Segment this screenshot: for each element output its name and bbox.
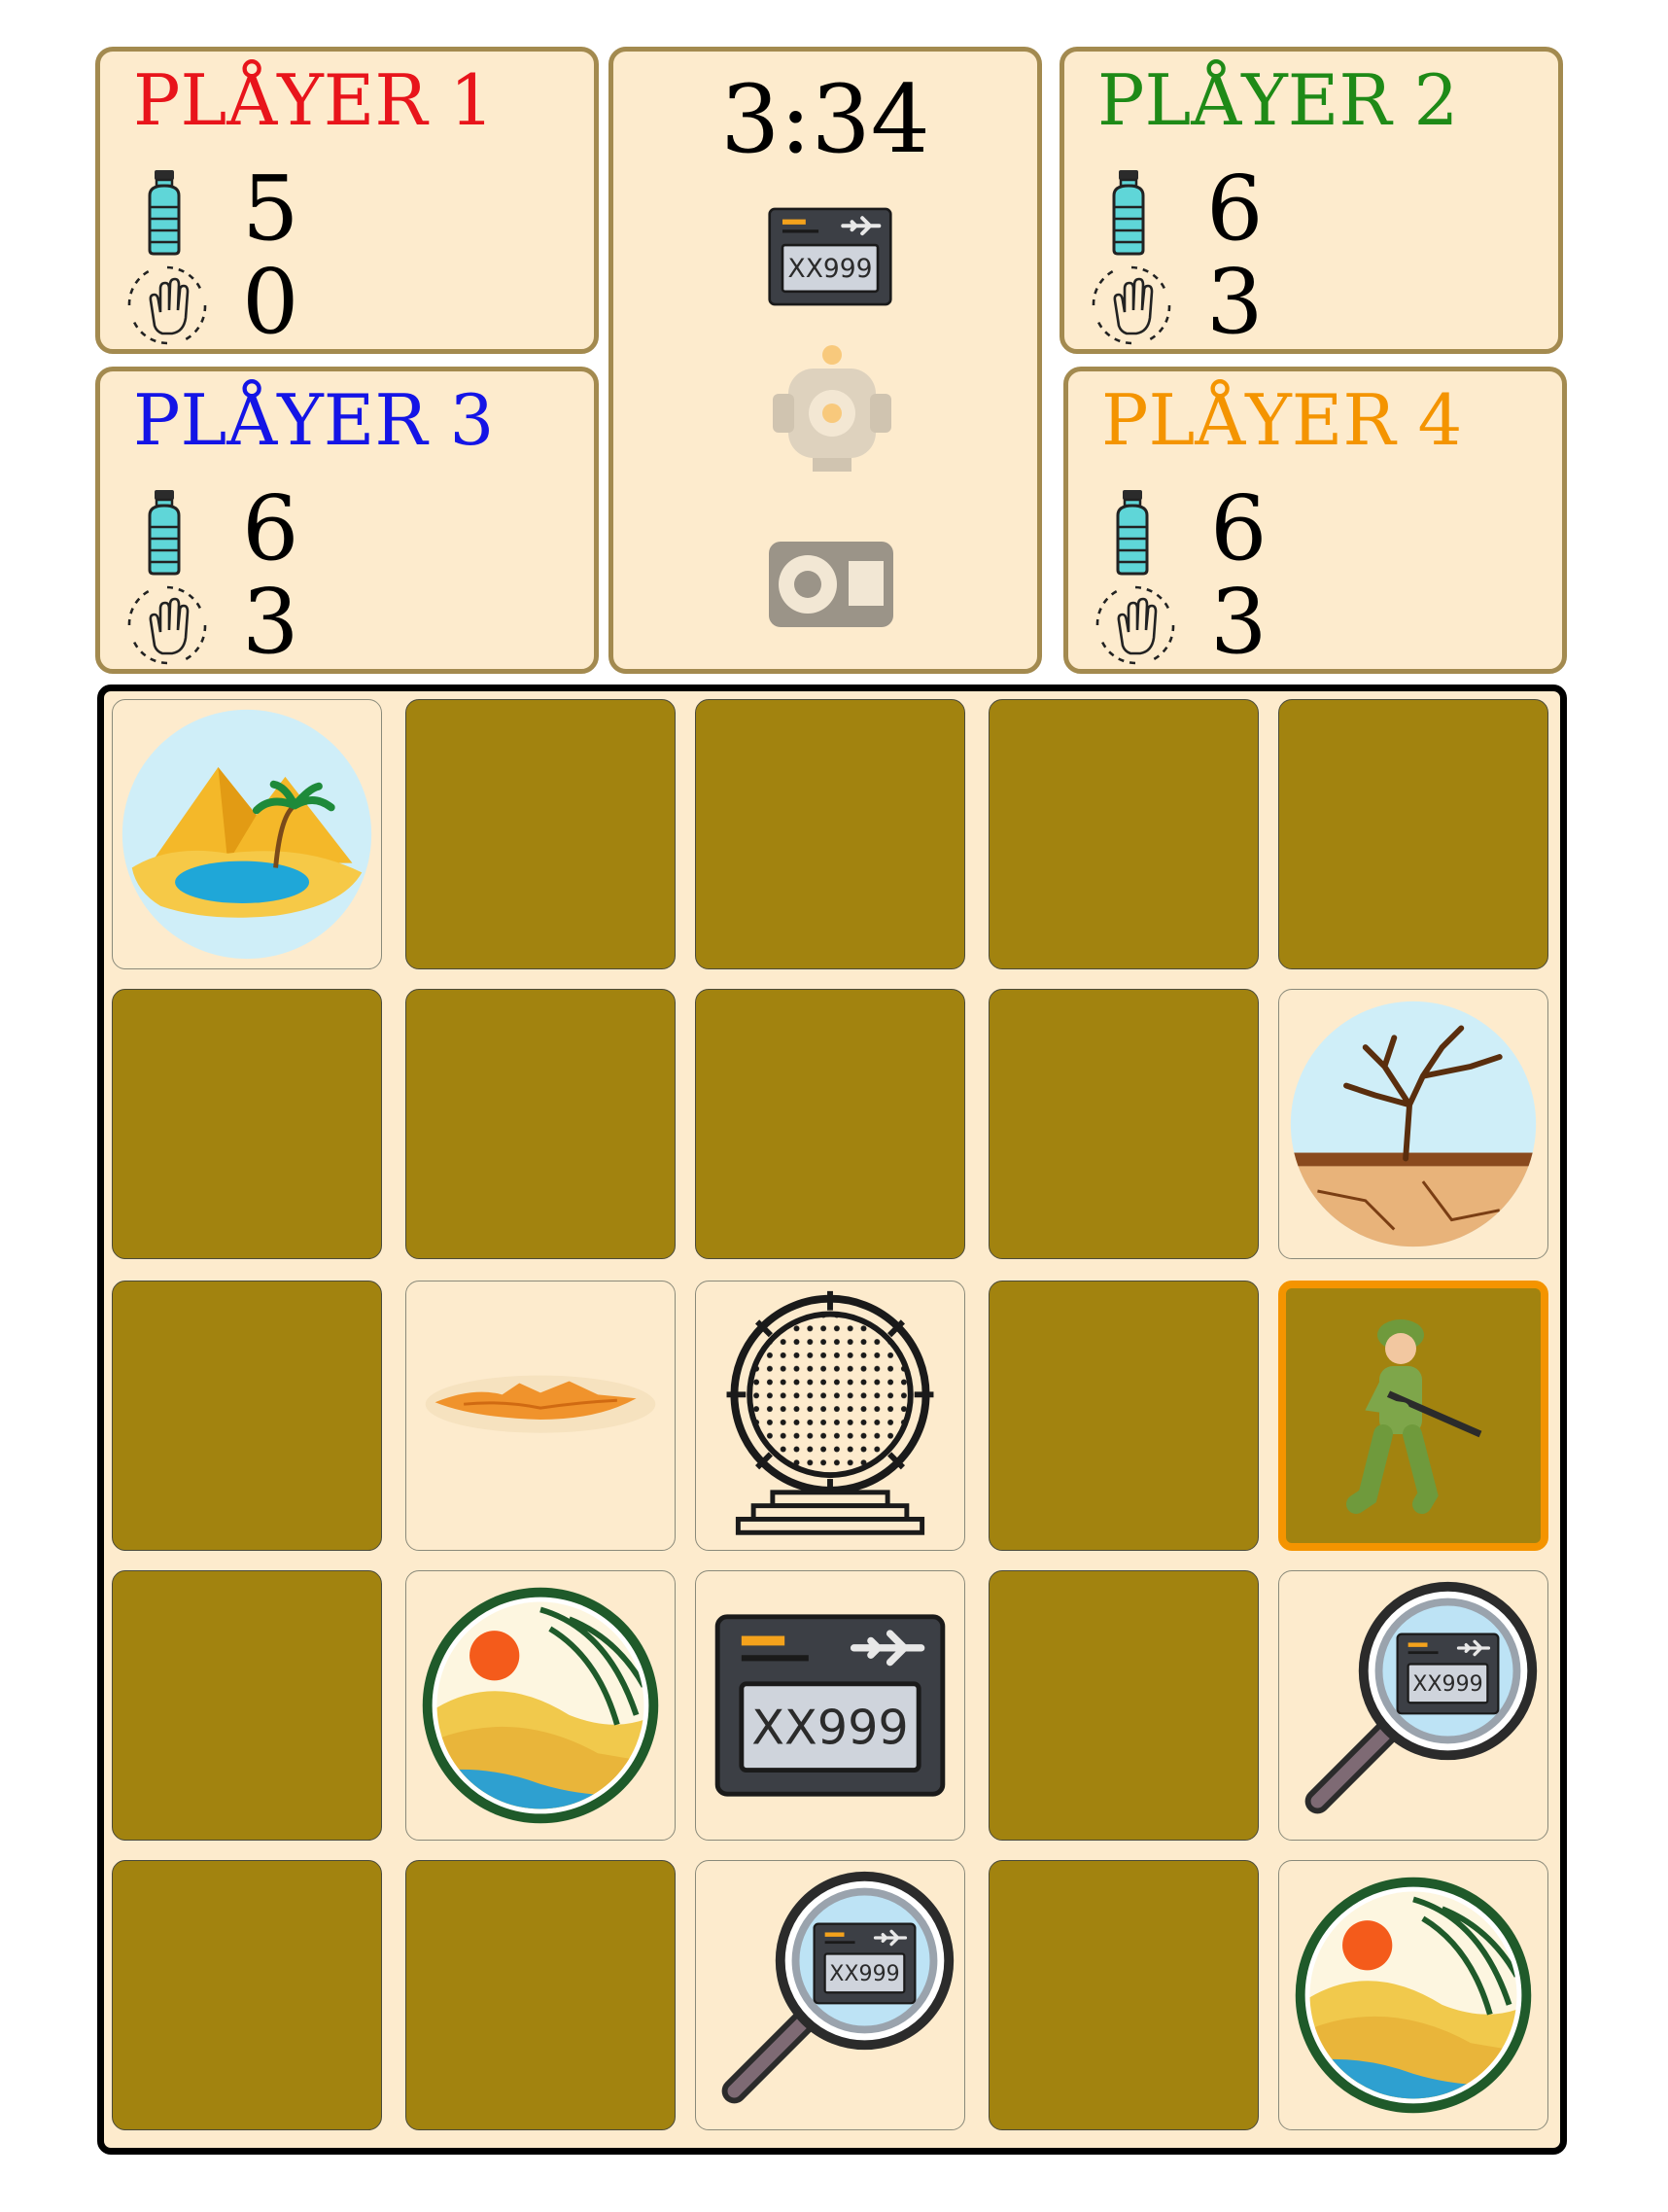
plane-ticket-icon: [696, 1571, 964, 1840]
player-3-panel: PLÅYER 3 6 3: [95, 367, 599, 674]
tile-stargate[interactable]: [695, 1281, 965, 1551]
dead-tree-icon: [1290, 1001, 1537, 1247]
player-3-water: 6: [135, 476, 427, 580]
player-1-panel: PLÅYER 1 5 0: [95, 47, 599, 354]
action-hand-icon: [1088, 262, 1175, 349]
player-2-water-count: 6: [1206, 157, 1264, 261]
player-4-water: 6: [1103, 476, 1395, 580]
tile-hidden[interactable]: [112, 1570, 382, 1841]
water-bottle-icon: [1103, 488, 1162, 576]
water-bottle-icon: [135, 488, 193, 576]
tile-tunnel[interactable]: [405, 1281, 676, 1551]
tile-mirage[interactable]: [1278, 1860, 1548, 2130]
sand-hole-icon: [425, 1375, 656, 1433]
stargate-icon: [726, 1290, 934, 1535]
tile-hidden[interactable]: [112, 989, 382, 1259]
tile-hidden[interactable]: [989, 1570, 1259, 1841]
tile-hidden[interactable]: [112, 1281, 382, 1551]
tile-player-position[interactable]: [1278, 1281, 1548, 1551]
tile-hidden[interactable]: [989, 1281, 1259, 1551]
center-status-panel: 3:34: [608, 47, 1042, 674]
action-hand-icon: [1092, 581, 1179, 669]
player-2-panel: PLÅYER 2 6 3: [1060, 47, 1563, 354]
mirage-landscape-icon: [1279, 1861, 1547, 2129]
player-1-water-count: 5: [242, 157, 299, 261]
tile-hidden[interactable]: [695, 989, 965, 1259]
player-2-water: 6: [1099, 157, 1391, 261]
game-board: [97, 685, 1567, 2155]
tile-oasis[interactable]: [112, 699, 382, 969]
player-4-panel: PLÅYER 4 6 3: [1063, 367, 1567, 674]
tile-hidden[interactable]: [695, 699, 965, 969]
tile-mirage[interactable]: [405, 1570, 676, 1841]
tile-plane-ticket[interactable]: [695, 1570, 965, 1841]
water-bottle-icon: [1099, 168, 1158, 256]
tile-hidden[interactable]: [112, 1860, 382, 2130]
player-4-actions-count: 3: [1210, 570, 1268, 674]
engine-part-icon: [773, 345, 891, 472]
game-timer: 3:34: [720, 65, 930, 174]
player-4-name: PLÅYER 4: [1101, 379, 1463, 461]
player-1-water: 5: [135, 157, 427, 261]
action-hand-icon: [123, 262, 211, 349]
player-2-actions-count: 3: [1206, 250, 1264, 354]
tile-clue[interactable]: [695, 1860, 965, 2130]
player-1-name: PLÅYER 1: [133, 59, 495, 141]
player-4-water-count: 6: [1210, 476, 1268, 580]
tile-hidden[interactable]: [989, 699, 1259, 969]
navigation-part-icon: [769, 542, 893, 627]
action-hand-icon: [123, 581, 211, 669]
tile-hidden[interactable]: [405, 699, 676, 969]
magnifier-clue-icon: [696, 1861, 964, 2129]
water-bottle-icon: [135, 168, 193, 256]
player-3-water-count: 6: [242, 476, 299, 580]
plane-ticket-part-icon: [765, 205, 895, 308]
tile-clue[interactable]: [1278, 1570, 1548, 1841]
player-3-actions: 3: [135, 570, 427, 674]
tile-hidden[interactable]: [989, 1860, 1259, 2130]
player-2-name: PLÅYER 2: [1097, 59, 1459, 141]
tile-hidden[interactable]: [405, 989, 676, 1259]
player-2-actions: 3: [1099, 250, 1391, 354]
tile-hidden[interactable]: [989, 989, 1259, 1259]
soldier-player-icon: [1346, 1319, 1482, 1514]
player-3-actions-count: 3: [242, 570, 299, 674]
magnifier-clue-icon: [1279, 1571, 1547, 1840]
tile-hidden[interactable]: [1278, 699, 1548, 969]
mirage-landscape-icon: [406, 1571, 675, 1840]
player-1-actions: 0: [135, 250, 427, 354]
player-4-actions: 3: [1103, 570, 1395, 674]
player-1-actions-count: 0: [242, 250, 299, 354]
tile-drought[interactable]: [1278, 989, 1548, 1259]
oasis-icon: [122, 709, 372, 960]
player-3-name: PLÅYER 3: [133, 379, 495, 461]
tile-hidden[interactable]: [405, 1860, 676, 2130]
